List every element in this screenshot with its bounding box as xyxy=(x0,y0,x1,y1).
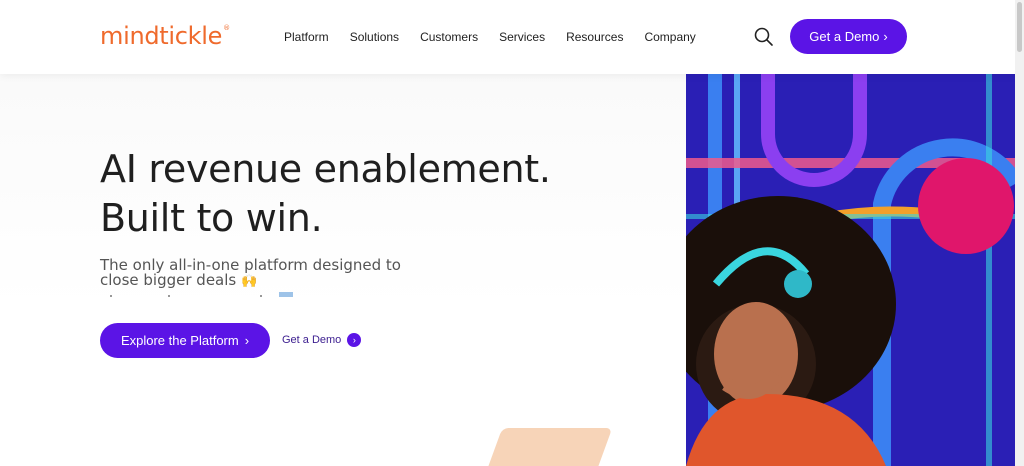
page-scrollbar[interactable] xyxy=(1015,0,1024,466)
hero-get-demo-label: Get a Demo xyxy=(282,334,342,346)
hero-subhead: The only all-in-one platform designed to… xyxy=(100,258,430,290)
site-header: mindtickle® Platform Solutions Customers… xyxy=(0,0,1024,74)
logo[interactable]: mindtickle® xyxy=(100,22,230,50)
hero-get-demo-link[interactable]: Get a Demo › xyxy=(282,333,362,347)
hero-illustration xyxy=(686,74,1015,466)
nav-item-platform[interactable]: Platform xyxy=(284,30,329,44)
explore-platform-button[interactable]: Explore the Platform › xyxy=(100,323,270,358)
hero-headline-line-1: AI revenue enablement. xyxy=(100,147,551,191)
hero-subhead-line-2: close bigger deals xyxy=(100,271,237,289)
hero-graphic xyxy=(686,74,1015,466)
nav-item-customers[interactable]: Customers xyxy=(420,30,478,44)
header-get-demo-button[interactable]: Get a Demo › xyxy=(790,19,907,54)
nav-item-resources[interactable]: Resources xyxy=(566,30,623,44)
raised-hands-icon: 🙌 xyxy=(241,274,258,289)
nav-item-solutions[interactable]: Solutions xyxy=(350,30,399,44)
typing-indicator xyxy=(110,292,293,297)
hero-headline-line-2: Built to win. xyxy=(100,196,323,240)
hero-headline: AI revenue enablement. Built to win. xyxy=(100,145,551,243)
nav-item-services[interactable]: Services xyxy=(499,30,545,44)
nav-item-company[interactable]: Company xyxy=(644,30,695,44)
main-nav: Platform Solutions Customers Services Re… xyxy=(284,30,717,44)
header-get-demo-label: Get a Demo xyxy=(809,29,880,44)
logo-text: mindtickle xyxy=(100,22,223,50)
chevron-right-icon: › xyxy=(244,333,250,348)
explore-platform-label: Explore the Platform xyxy=(120,333,239,348)
scrollbar-thumb[interactable] xyxy=(1017,2,1022,52)
laptop-image xyxy=(487,428,613,466)
chevron-right-circle-icon: › xyxy=(347,333,362,347)
chevron-right-icon: › xyxy=(883,29,888,44)
logo-registered-mark: ® xyxy=(223,24,230,32)
search-icon[interactable] xyxy=(754,27,774,47)
